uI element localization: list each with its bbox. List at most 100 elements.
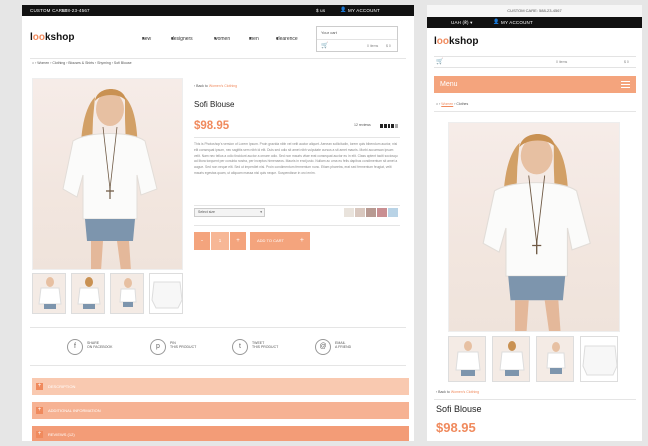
desktop-view: CUSTOM CARE: 588-23-4567 $ us 👤 MY ACCOU… [22, 5, 414, 441]
home-icon[interactable]: ⌂ [32, 61, 34, 65]
thumbnail-illustration [77, 277, 101, 309]
my-account-link[interactable]: MY ACCOUNT [501, 20, 533, 25]
reviews-count[interactable]: 12 reviews [354, 123, 371, 127]
qty-input[interactable]: 1 [211, 232, 229, 250]
thumbnail-illustration [119, 278, 137, 307]
mobile-breadcrumb: ⌂ › Women › Clothes [436, 102, 469, 106]
nav-men[interactable]: men ▾ [249, 36, 259, 42]
custom-care-bar: CUSTOM CARE: 588-23-4567 [427, 5, 642, 17]
color-swatch[interactable] [388, 208, 398, 217]
logo-text-end: kshop [449, 36, 479, 47]
color-swatch[interactable] [377, 208, 387, 217]
model-illustration [482, 133, 591, 331]
divider [30, 365, 406, 366]
color-swatch[interactable] [366, 208, 376, 217]
back-arrow-icon: ‹ [436, 390, 438, 394]
logo-accent: oo [32, 32, 45, 43]
cart-icon: 🛒 [436, 59, 444, 65]
thumbnail-illustration [582, 345, 617, 376]
cart-total: $ 0 [624, 60, 629, 64]
home-icon[interactable]: ⌂ [436, 102, 438, 106]
logo[interactable]: lookshop [434, 36, 478, 47]
thumbnail-illustration [455, 341, 481, 376]
crumb-current: Sofi Blouse [113, 61, 132, 65]
email-icon[interactable]: @ [315, 339, 331, 355]
thumbnail-4[interactable] [149, 273, 183, 314]
crumb-shyming[interactable]: Shyming [97, 61, 111, 65]
mobile-product-title: Sofi Blouse [436, 404, 482, 414]
qty-plus-button[interactable]: + [230, 232, 246, 250]
accordion-description[interactable]: + DESCRIPTION [32, 378, 409, 395]
nav-new[interactable]: new ▾ [142, 36, 151, 42]
cart-widget[interactable]: Your cart 🛒 0 items $ 0 [316, 26, 398, 52]
mobile-top-bar: UAH (₴) ▾ 👤 MY ACCOUNT [427, 17, 642, 28]
cart-total: $ 0 [386, 44, 391, 48]
accordion-reviews[interactable]: + REVIEWS (12) [32, 426, 409, 441]
custom-care-phone: 588-23-4567 [62, 8, 90, 13]
thumbnail-2[interactable] [71, 273, 105, 314]
qty-minus-button[interactable]: - [194, 232, 210, 250]
divider [194, 137, 400, 138]
breadcrumb: ⌂ › Women › Clothing › Blouses & Shirts … [32, 61, 132, 65]
logo-text-end: kshop [45, 32, 75, 43]
nav-women[interactable]: women ▾ [214, 36, 230, 42]
rating-stars [380, 124, 398, 128]
mobile-view: CUSTOM CARE: 588-23-4567 UAH (₴) ▾ 👤 MY … [427, 5, 642, 441]
mobile-product-image[interactable] [448, 122, 620, 332]
my-account-link[interactable]: MY ACCOUNT [348, 8, 380, 13]
pinterest-icon[interactable]: p [150, 339, 166, 355]
accordion-additional-information[interactable]: + ADDITIONAL INFORMATION [32, 402, 409, 419]
mobile-menu-button[interactable]: Menu [434, 76, 636, 93]
plus-icon: + [36, 407, 43, 414]
thumbnail-illustration [499, 341, 525, 376]
product-price: $98.95 [194, 120, 230, 132]
thumbnail-illustration [546, 342, 566, 374]
thumbnail-3[interactable] [110, 273, 144, 314]
cart-icon: 🛒 [321, 43, 329, 49]
size-select[interactable]: Select size ▾ [194, 208, 265, 217]
thumbnail-illustration [38, 277, 62, 309]
crumb-clothing[interactable]: Clothing [52, 61, 65, 65]
main-product-image[interactable] [32, 78, 183, 270]
logo-accent: oo [436, 36, 449, 47]
share-email[interactable]: EMAIL A FRIEND [335, 341, 351, 349]
color-swatch[interactable] [355, 208, 365, 217]
crumb-women[interactable]: Women [37, 61, 49, 65]
thumbnail-4[interactable] [580, 336, 618, 382]
thumbnail-illustration [151, 281, 182, 309]
thumbnail-3[interactable] [536, 336, 574, 382]
twitter-icon[interactable]: t [232, 339, 248, 355]
share-pinterest[interactable]: PIN THIS PRODUCT [170, 341, 196, 349]
crumb-blouses[interactable]: Blouses & Shirts [68, 61, 94, 65]
back-link[interactable]: ‹ Back to Women's Clothing [194, 84, 237, 88]
facebook-icon[interactable]: f [67, 339, 83, 355]
user-icon: 👤 [340, 7, 347, 13]
back-arrow-icon: ‹ [194, 84, 196, 88]
divider [434, 111, 636, 112]
crumb-women[interactable]: Women [441, 102, 453, 106]
divider [194, 225, 400, 226]
top-bar: CUSTOM CARE: 588-23-4567 $ us 👤 MY ACCOU… [22, 5, 414, 16]
color-swatch[interactable] [344, 208, 354, 217]
mobile-product-price: $98.95 [436, 420, 476, 435]
logo[interactable]: lookshop [30, 32, 74, 43]
share-facebook[interactable]: SHARE ON FACEBOOK [87, 341, 112, 349]
thumbnail-1[interactable] [448, 336, 486, 382]
divider [30, 327, 406, 328]
add-to-cart-button[interactable]: ADD TO CART + [250, 232, 310, 250]
nav-clearence[interactable]: clearence ▾ [276, 36, 298, 42]
thumbnail-2[interactable] [492, 336, 530, 382]
share-twitter[interactable]: TWEET THIS PRODUCT [252, 341, 278, 349]
mobile-cart-bar[interactable]: 🛒 0 items $ 0 [434, 56, 636, 68]
currency-selector[interactable]: $ us [316, 8, 325, 13]
hamburger-icon [621, 81, 630, 88]
nav-designers[interactable]: designers ▾ [171, 36, 193, 42]
divider [194, 205, 400, 206]
currency-selector[interactable]: UAH (₴) ▾ [451, 20, 473, 26]
thumbnail-1[interactable] [32, 273, 66, 314]
divider [30, 58, 406, 59]
plus-icon: + [36, 431, 43, 438]
crumb-clothes: Clothes [456, 102, 469, 106]
cart-title: Your cart [321, 30, 337, 35]
mobile-back-link[interactable]: ‹ Back to Women's Clothing [436, 390, 479, 394]
